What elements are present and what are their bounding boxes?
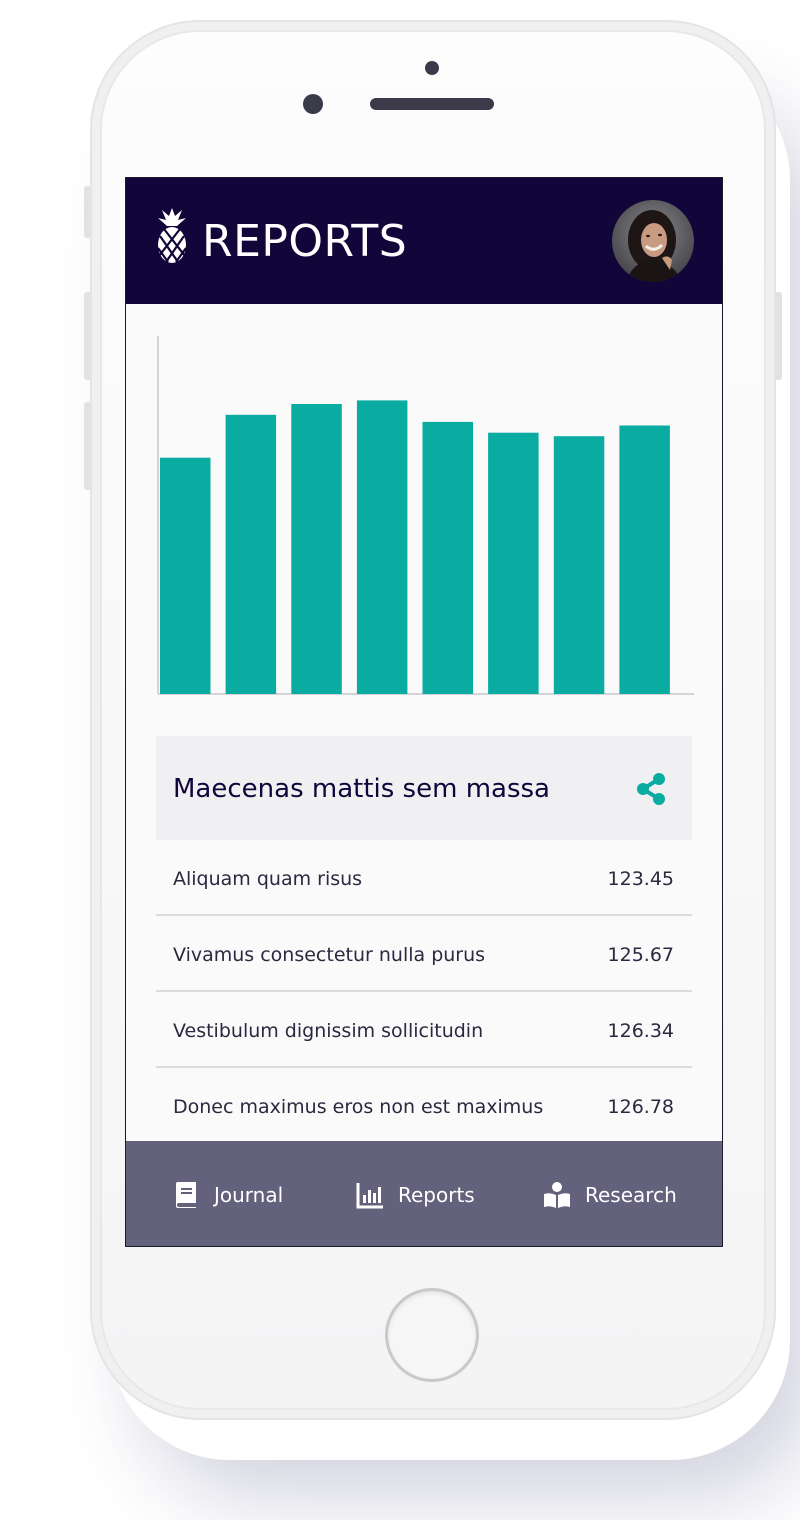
book-icon (176, 1181, 196, 1208)
nav-label-reports: Reports (398, 1182, 475, 1207)
chart-bar (553, 436, 605, 694)
app-header: REPORTS (126, 178, 722, 304)
card-title: Maecenas mattis sem massa (173, 774, 550, 804)
nav-label-research: Research (585, 1182, 677, 1207)
card-header: Maecenas mattis sem massa (156, 736, 692, 840)
item-value: 125.67 (607, 944, 674, 966)
bar-chart (156, 336, 694, 698)
user-avatar[interactable] (612, 200, 694, 282)
page-title: REPORTS (202, 216, 408, 267)
reader-icon (544, 1181, 570, 1208)
chart-bar (488, 432, 539, 694)
nav-item-reports[interactable]: Reports (356, 1141, 475, 1246)
device-mockup: REPORTS Maecenas mattis sem massa Aliqua… (0, 0, 800, 1520)
chart-bar (225, 414, 277, 694)
earpiece-speaker (370, 98, 494, 110)
pineapple-icon (157, 208, 187, 263)
nav-item-journal[interactable]: Journal (172, 1141, 284, 1246)
proximity-sensor (425, 61, 439, 75)
avatar-photo (612, 200, 694, 282)
nav-item-research[interactable]: Research (543, 1141, 677, 1246)
bar-chart-svg (157, 336, 694, 695)
item-label: Donec maximus eros non est maximus (173, 1096, 544, 1118)
list-item[interactable]: Vivamus consectetur nulla purus 125.67 (156, 916, 692, 992)
chart-bar (160, 457, 211, 694)
chart-bar (291, 404, 342, 694)
item-label: Aliquam quam risus (173, 868, 363, 890)
home-button[interactable] (385, 1288, 479, 1382)
item-value: 126.78 (607, 1096, 674, 1118)
list-item[interactable]: Donec maximus eros non est maximus 126.7… (156, 1068, 692, 1144)
bottom-nav: Journal Reports Research (126, 1141, 722, 1246)
item-label: Vivamus consectetur nulla purus (173, 944, 486, 966)
share-icon[interactable] (634, 772, 668, 806)
nav-label-journal: Journal (214, 1182, 284, 1207)
item-value: 123.45 (607, 868, 674, 890)
item-label: Vestibulum dignissim sollicitudin (173, 1020, 484, 1042)
chart-bar (619, 425, 670, 694)
bar-chart-icon (356, 1182, 383, 1208)
front-camera (303, 94, 323, 114)
chart-bar (356, 400, 408, 694)
item-value: 126.34 (607, 1020, 674, 1042)
list-item[interactable]: Aliquam quam risus 123.45 (156, 840, 692, 916)
list-item[interactable]: Vestibulum dignissim sollicitudin 126.34 (156, 992, 692, 1068)
report-card: Maecenas mattis sem massa Aliquam quam r… (156, 736, 692, 1144)
chart-bar (422, 421, 473, 694)
app-screen: REPORTS Maecenas mattis sem massa Aliqua… (125, 177, 723, 1247)
